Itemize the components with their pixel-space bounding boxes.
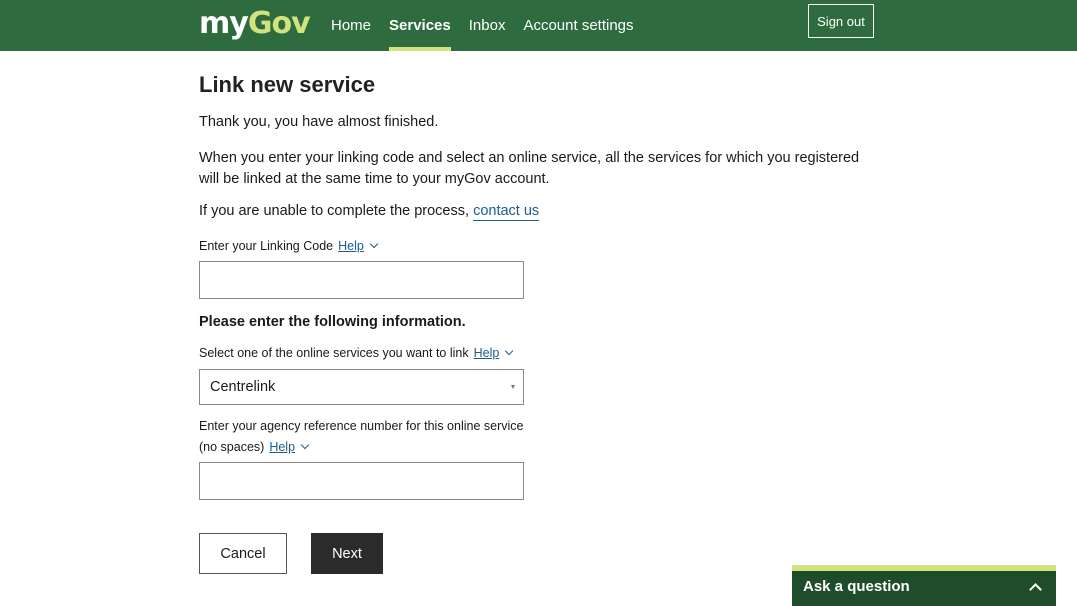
service-select-label-text: Select one of the online services you wa… [199, 346, 469, 360]
contact-prefix: If you are unable to complete the proces… [199, 203, 470, 219]
logo-my: my [199, 6, 249, 41]
linking-code-input[interactable] [199, 261, 524, 299]
chevron-down-icon[interactable] [300, 440, 310, 450]
cancel-button[interactable]: Cancel [199, 533, 287, 574]
intro-text: Thank you, you have almost finished. [199, 114, 439, 130]
reference-label-line1: Enter your agency reference number for t… [199, 419, 524, 433]
site-header: my Gov Home Services Inbox Account settin… [0, 0, 1077, 51]
online-service-select[interactable]: Centrelink [199, 369, 524, 405]
mygov-logo[interactable]: my Gov [199, 6, 311, 41]
dropdown-arrow-icon [511, 385, 515, 389]
nav-home[interactable]: Home [331, 0, 371, 51]
chevron-down-icon[interactable] [369, 239, 379, 249]
linking-code-label: Enter your Linking Code Help [199, 239, 379, 253]
description-text: When you enter your linking code and sel… [199, 150, 860, 187]
logo-gov: Gov [247, 6, 311, 41]
section-heading: Please enter the following information. [199, 314, 466, 330]
service-select-label: Select one of the online services you wa… [199, 346, 514, 360]
linking-code-help-link[interactable]: Help [338, 239, 364, 253]
ask-a-question-label: Ask a question [803, 578, 910, 595]
sign-out-button[interactable]: Sign out [808, 4, 874, 38]
reference-label-line2-text: (no spaces) [199, 440, 265, 454]
contact-text: If you are unable to complete the proces… [199, 203, 540, 221]
service-select-help-link[interactable]: Help [474, 346, 500, 360]
linking-code-label-text: Enter your Linking Code [199, 239, 334, 253]
ask-a-question-widget[interactable]: Ask a question [792, 565, 1056, 606]
contact-us-link[interactable]: contact us [473, 203, 540, 221]
chevron-down-icon[interactable] [505, 346, 514, 356]
reference-help-link[interactable]: Help [269, 440, 295, 454]
nav-inbox[interactable]: Inbox [469, 0, 506, 51]
reference-number-input[interactable] [199, 462, 524, 500]
main-nav: Home Services Inbox Account settings [331, 0, 652, 51]
next-button[interactable]: Next [311, 533, 383, 574]
reference-label-line2: (no spaces) Help [199, 440, 310, 454]
nav-services[interactable]: Services [389, 0, 451, 51]
page-title: Link new service [199, 72, 376, 97]
nav-account-settings[interactable]: Account settings [523, 0, 633, 51]
chevron-up-icon[interactable] [1029, 583, 1042, 596]
online-service-selected: Centrelink [210, 379, 276, 395]
